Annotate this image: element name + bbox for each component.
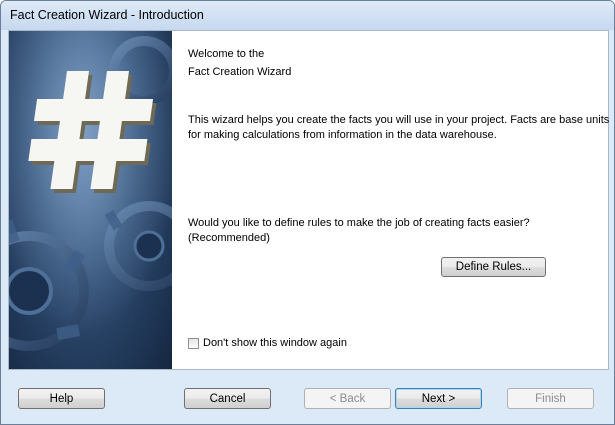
dont-show-again-option[interactable]: Don't show this window again bbox=[188, 337, 347, 349]
finish-button[interactable]: Finish bbox=[507, 388, 594, 409]
rules-question-line2: (Recommended) bbox=[188, 232, 270, 244]
welcome-heading-line2: Fact Creation Wizard bbox=[188, 66, 292, 78]
wizard-window: Fact Creation Wizard - Introduction Welc… bbox=[0, 0, 615, 425]
dont-show-again-label[interactable]: Don't show this window again bbox=[203, 337, 347, 349]
wizard-button-bar: Help Cancel < Back Next > Finish bbox=[1, 369, 614, 424]
rules-question-line1: Would you like to define rules to make t… bbox=[188, 217, 530, 229]
side-banner-image bbox=[9, 31, 172, 369]
description-line1: This wizard helps you create the facts y… bbox=[188, 114, 610, 126]
cancel-button[interactable]: Cancel bbox=[184, 388, 271, 409]
description-line2: for making calculations from information… bbox=[188, 129, 497, 141]
title-bar[interactable]: Fact Creation Wizard - Introduction bbox=[1, 1, 614, 30]
dont-show-again-checkbox[interactable] bbox=[188, 337, 199, 349]
hash-gear-graphic bbox=[9, 31, 172, 369]
next-button[interactable]: Next > bbox=[395, 388, 482, 409]
welcome-heading-line1: Welcome to the bbox=[188, 48, 265, 60]
back-button[interactable]: < Back bbox=[304, 388, 391, 409]
wizard-content-panel: Welcome to the Fact Creation Wizard This… bbox=[8, 30, 609, 370]
define-rules-button[interactable]: Define Rules... bbox=[441, 257, 546, 277]
help-button[interactable]: Help bbox=[18, 388, 105, 409]
window-title: Fact Creation Wizard - Introduction bbox=[10, 8, 204, 22]
